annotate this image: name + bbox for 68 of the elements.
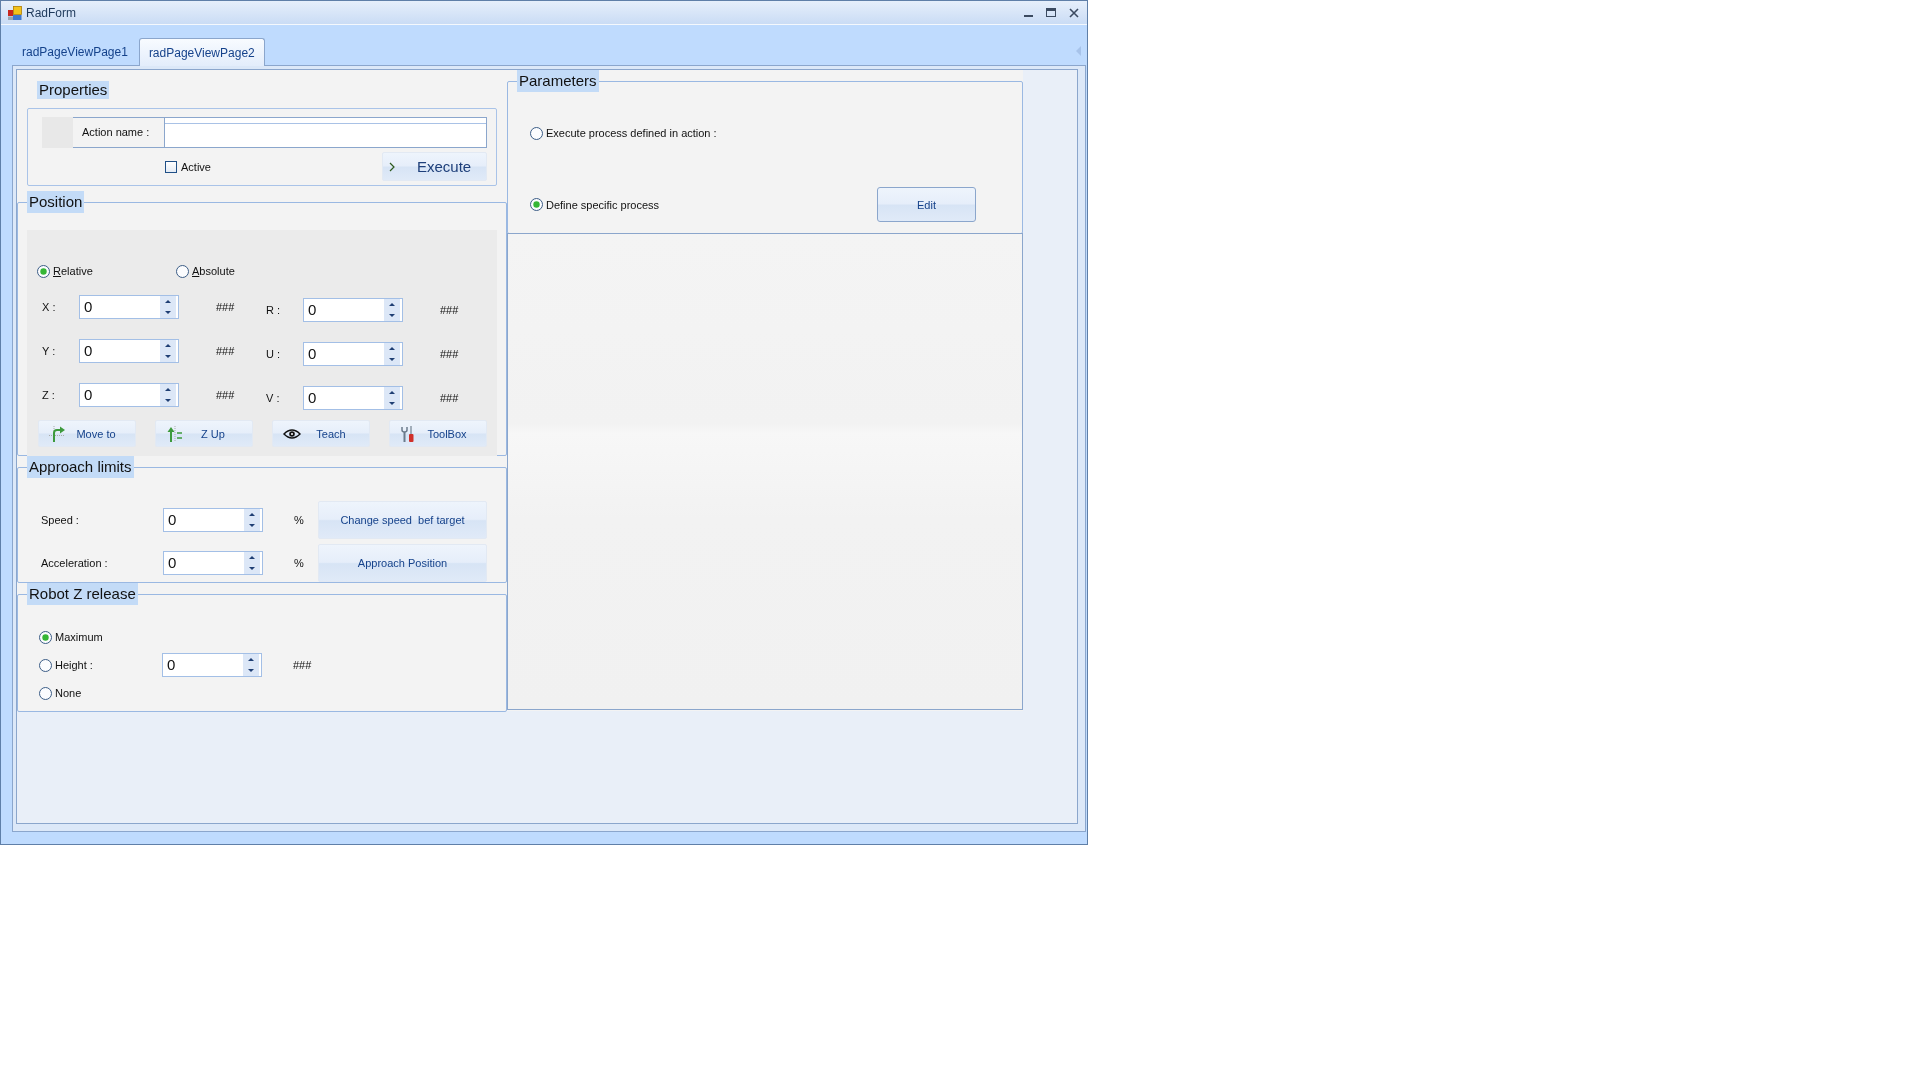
- checkbox-label: Active: [181, 160, 211, 173]
- execute-button[interactable]: Execute: [382, 152, 487, 181]
- radio-button[interactable]: [176, 264, 189, 278]
- action-button[interactable]: Teach: [272, 420, 370, 447]
- action-name-field[interactable]: [164, 117, 487, 148]
- turn-arrow-icon: [49, 425, 65, 442]
- tools-icon: [400, 425, 416, 442]
- colored-squares-icon: [8, 5, 22, 20]
- axis-label: R :: [266, 304, 282, 316]
- radio-label: Absolute: [192, 265, 235, 277]
- radio-label: Execute process defined in action :: [546, 127, 717, 139]
- radio-button[interactable]: [39, 658, 52, 672]
- up-arrow-icon: [166, 425, 182, 442]
- number-spin-field[interactable]: 0: [79, 339, 179, 363]
- empty-image-slot: [42, 117, 73, 148]
- field-label: Speed :: [41, 514, 80, 526]
- number-spin-field[interactable]: 0: [163, 551, 263, 575]
- section-title: Properties: [37, 81, 110, 99]
- action-button[interactable]: Change speed bef target: [318, 501, 487, 539]
- edit-button[interactable]: Edit: [877, 187, 976, 222]
- number-spin-field[interactable]: 0: [303, 386, 403, 410]
- axis-label: X :: [42, 301, 57, 313]
- radio-button[interactable]: [37, 264, 50, 278]
- action-button[interactable]: ToolBox: [389, 420, 487, 447]
- number-spin-field[interactable]: 0: [303, 298, 403, 322]
- group-title: Robot Z release: [27, 583, 138, 605]
- radio-label: Define specific process: [546, 198, 660, 211]
- radio-label: Height :: [55, 659, 93, 671]
- radio-button[interactable]: [530, 198, 543, 211]
- radio-button[interactable]: [530, 126, 543, 140]
- axis-label: V :: [266, 392, 281, 404]
- close-icon[interactable]: [1069, 7, 1079, 18]
- action-button[interactable]: Move to: [38, 420, 136, 447]
- radio-button[interactable]: [39, 630, 52, 644]
- window-title: RadForm: [26, 5, 76, 20]
- unit-label: %: [294, 557, 305, 569]
- tab[interactable]: radPageViewPage2: [138, 38, 265, 66]
- group-title: Position: [27, 191, 85, 213]
- number-spin-field[interactable]: 0: [79, 295, 179, 319]
- axis-label: Z :: [42, 389, 56, 401]
- number-spin-field[interactable]: 0: [163, 508, 263, 532]
- group-title: Parameters: [517, 70, 599, 92]
- unit-label: ###: [440, 392, 459, 404]
- axis-label: U :: [266, 348, 282, 360]
- checkbox[interactable]: [165, 160, 177, 173]
- unit-label: ###: [216, 301, 235, 313]
- unit-label: ###: [440, 348, 459, 360]
- radio-label: Relative: [53, 265, 93, 277]
- tab[interactable]: radPageViewPage1: [12, 38, 138, 65]
- eye-icon: [283, 427, 301, 440]
- unit-label: ###: [216, 345, 235, 357]
- radio-label: Maximum: [55, 631, 103, 643]
- action-button[interactable]: Approach Position: [318, 544, 487, 582]
- chevron-right-icon: [389, 161, 395, 172]
- number-spin-field[interactable]: 0: [162, 653, 262, 677]
- maximize-icon[interactable]: [1046, 8, 1056, 17]
- axis-label: Y :: [42, 345, 57, 357]
- unit-label: ###: [293, 659, 313, 671]
- action-button[interactable]: Z Up: [155, 420, 253, 447]
- field-label: Acceleration :: [41, 557, 109, 569]
- number-spin-field[interactable]: 0: [303, 342, 403, 366]
- radio-button[interactable]: [39, 686, 52, 700]
- radio-label: None: [55, 687, 82, 699]
- unit-label: ###: [216, 389, 235, 401]
- unit-label: %: [294, 514, 305, 526]
- unit-label: ###: [440, 304, 459, 316]
- group-title: Approach limits: [27, 456, 134, 478]
- number-spin-field[interactable]: 0: [79, 383, 179, 407]
